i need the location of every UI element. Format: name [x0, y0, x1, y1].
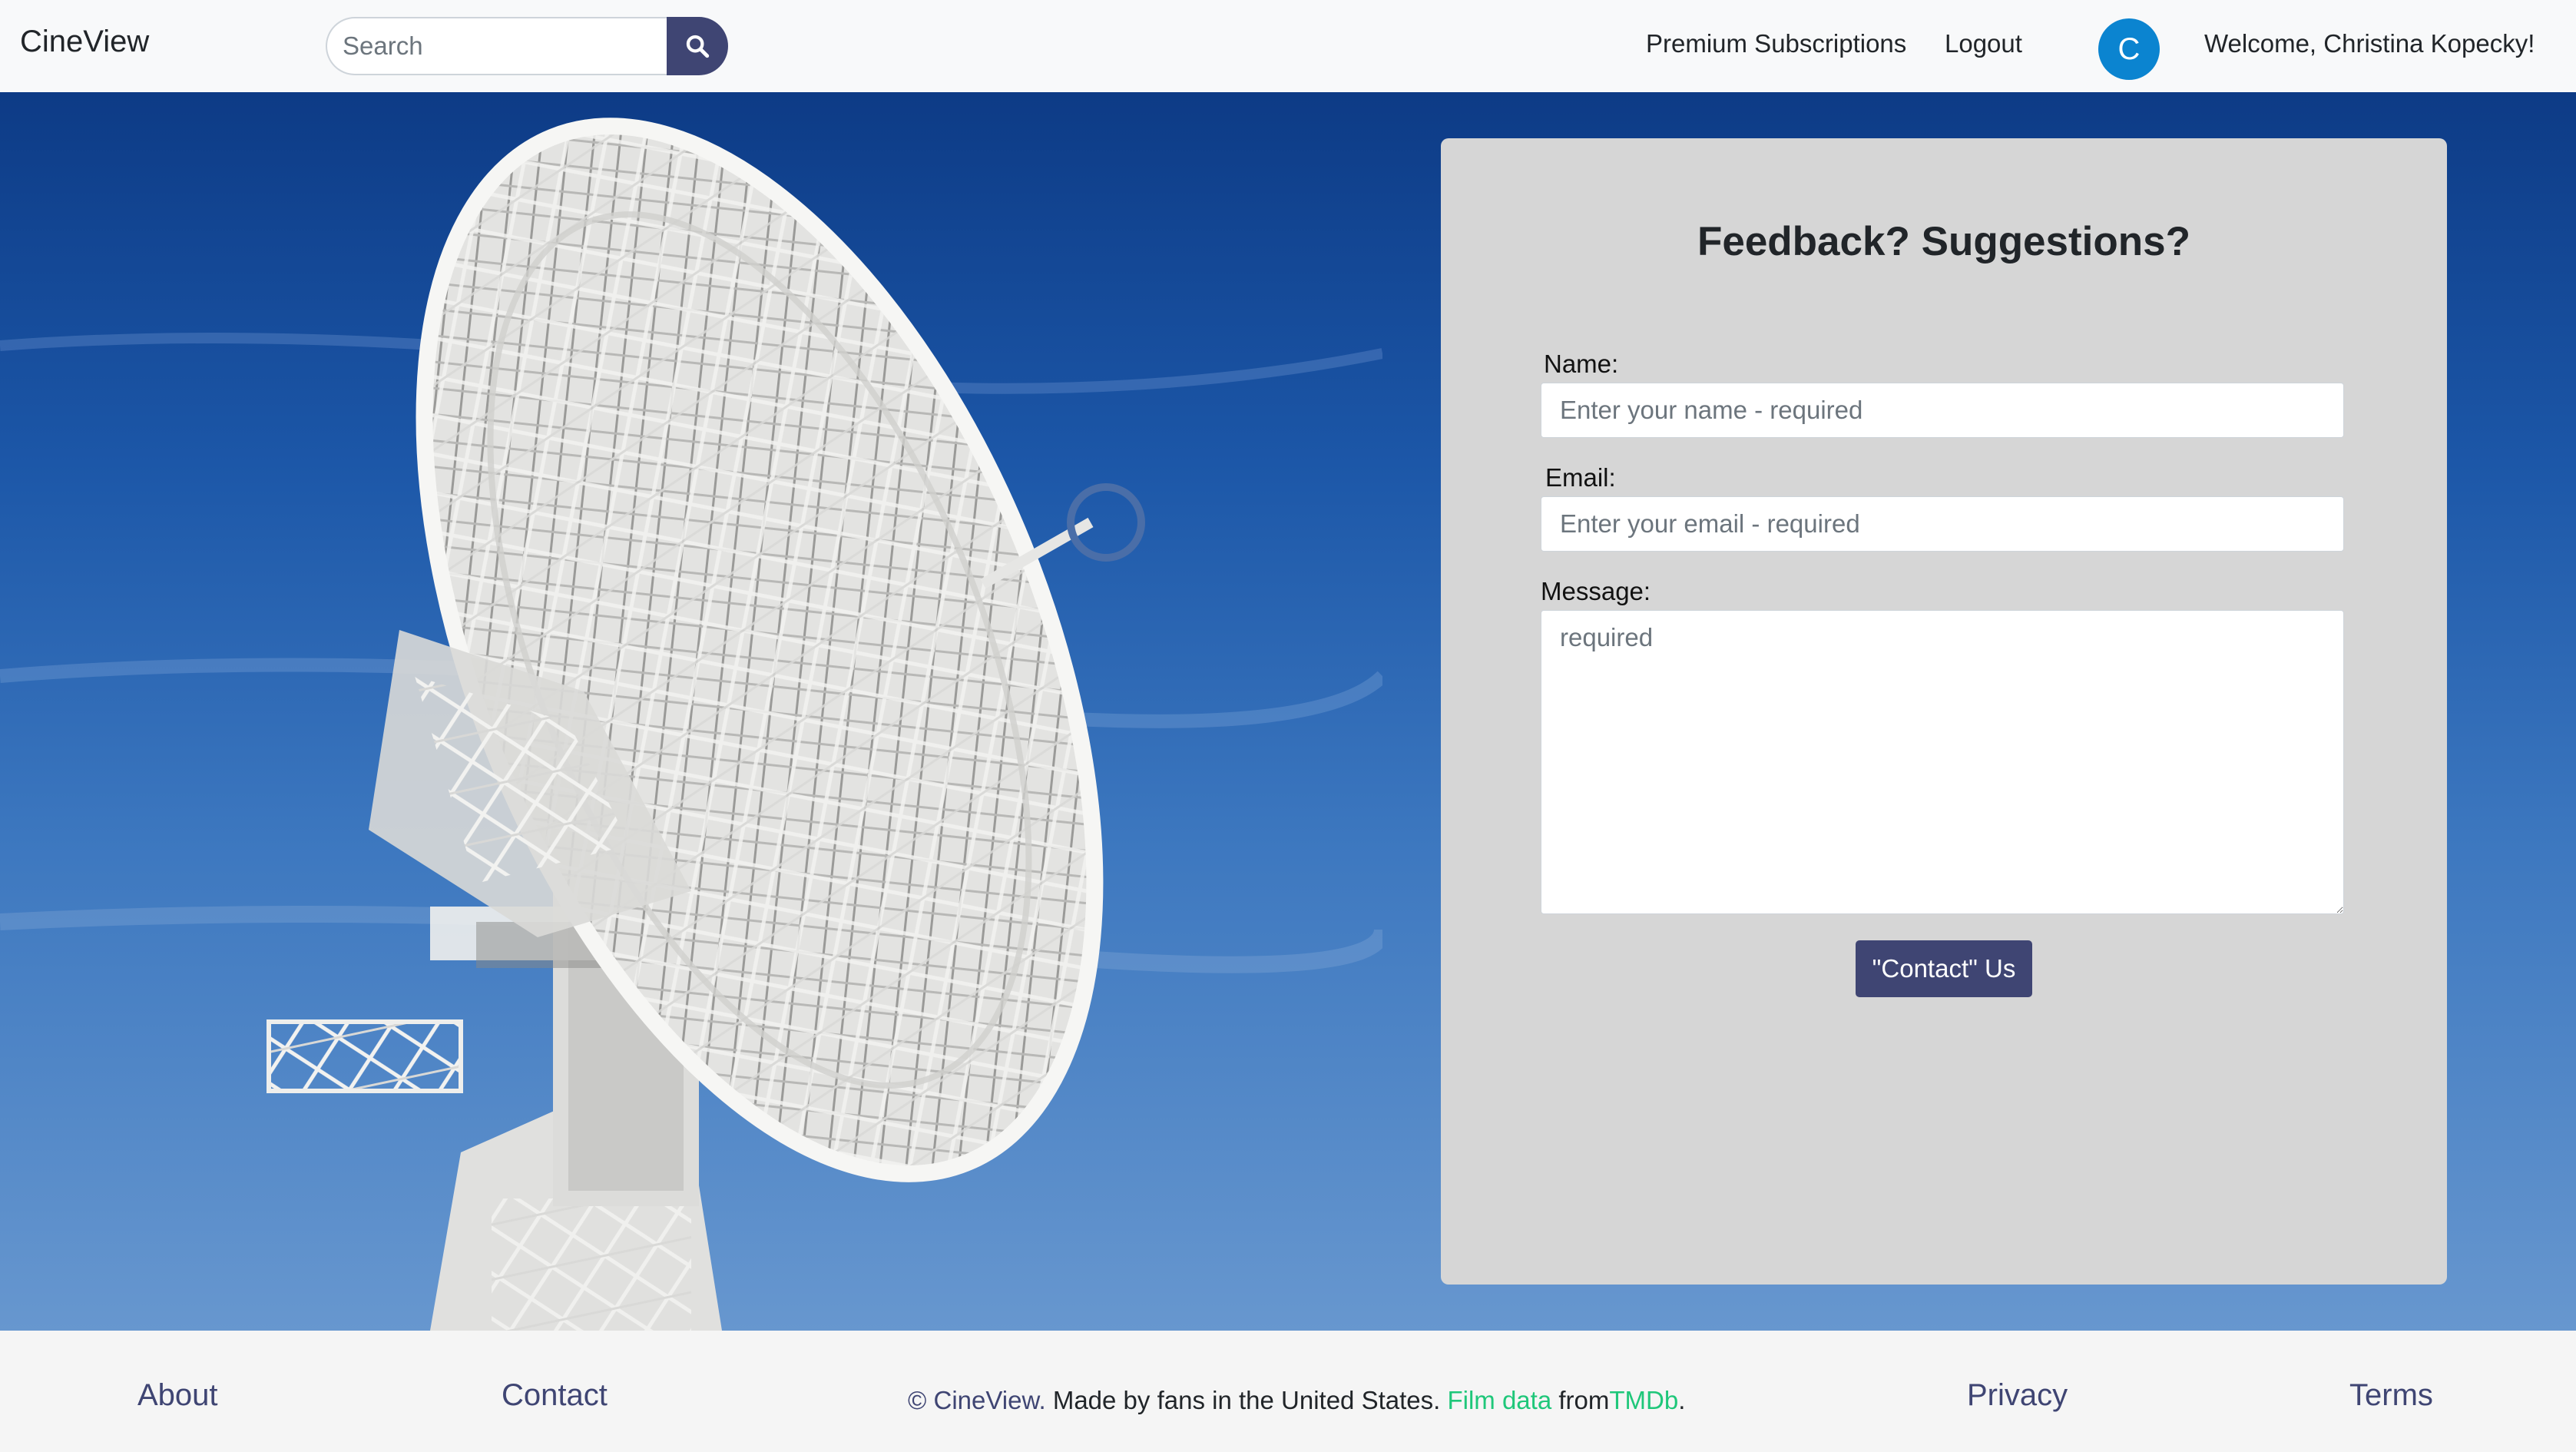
search-icon	[686, 35, 710, 58]
search-button[interactable]	[667, 17, 728, 75]
avatar-letter: C	[2117, 31, 2141, 66]
from-text: from	[1558, 1386, 1610, 1414]
page-footer: About Contact © CineView. Made by fans i…	[0, 1331, 2576, 1452]
top-navbar: CineView Premium Subscriptions Logout C …	[0, 0, 2576, 92]
tmdb-link[interactable]: TMDb	[1609, 1386, 1678, 1414]
feedback-title: Feedback? Suggestions?	[1697, 219, 2190, 264]
premium-subscriptions-link[interactable]: Premium Subscriptions	[1646, 29, 1906, 58]
search-input[interactable]	[326, 17, 667, 75]
copyright-text: Made by fans in the United States.	[1052, 1386, 1441, 1414]
user-avatar[interactable]: C	[2098, 18, 2160, 80]
feedback-form-card: Feedback? Suggestions? Name: Email: Mess…	[1441, 138, 2447, 1285]
message-textarea[interactable]	[1541, 610, 2344, 914]
name-input[interactable]	[1541, 383, 2344, 438]
search-form	[326, 17, 728, 75]
footer-about-link[interactable]: About	[137, 1378, 218, 1413]
footer-contact-link[interactable]: Contact	[502, 1378, 608, 1413]
film-data-link[interactable]: Film data	[1447, 1386, 1551, 1414]
logout-link[interactable]: Logout	[1945, 29, 2022, 58]
welcome-message: Welcome, Christina Kopecky!	[2204, 29, 2535, 58]
message-label: Message:	[1541, 577, 1651, 605]
contact-us-button[interactable]: "Contact" Us	[1856, 940, 2032, 997]
email-label: Email:	[1545, 463, 1616, 492]
copyright-symbol: ©	[908, 1386, 927, 1414]
footer-copyright: © CineView. Made by fans in the United S…	[908, 1386, 1685, 1415]
footer-period: .	[1678, 1386, 1686, 1414]
footer-privacy-link[interactable]: Privacy	[1967, 1378, 2068, 1413]
email-input[interactable]	[1541, 496, 2344, 552]
name-label: Name:	[1544, 350, 1619, 378]
footer-terms-link[interactable]: Terms	[2349, 1378, 2433, 1413]
radio-telescope-image	[0, 118, 1382, 1331]
brand-logo-link[interactable]: CineView	[20, 25, 149, 59]
footer-brand-link[interactable]: CineView.	[934, 1386, 1046, 1414]
